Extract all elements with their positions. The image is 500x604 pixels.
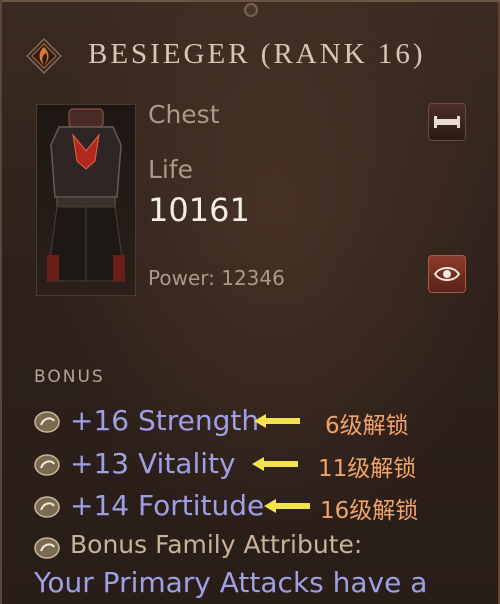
bonus-row: +16 Strength 6级解锁 — [34, 404, 494, 439]
faded-separator — [34, 322, 244, 332]
bonus-heading: BONUS — [34, 367, 105, 387]
arrow-left-icon — [264, 499, 310, 513]
bonus-bullet-icon — [34, 537, 60, 559]
bonus-bullet-icon — [34, 411, 60, 433]
inspect-button[interactable] — [428, 255, 466, 293]
compare-button[interactable] — [428, 103, 466, 141]
bonus-bullet-icon — [34, 454, 60, 476]
bonus-row: +13 Vitality 11级解锁 — [34, 447, 494, 482]
item-slot-label: Chest — [148, 100, 220, 129]
family-attribute-row: Bonus Family Attribute: — [34, 530, 494, 564]
arrow-left-icon — [254, 414, 300, 428]
top-ornament-icon — [244, 3, 258, 17]
family-attribute-description: Your Primary Attacks have a — [34, 566, 428, 599]
primary-stat-value: 10161 — [148, 191, 250, 229]
unlock-level-note: 16级解锁 — [320, 498, 419, 524]
bonus-row: +14 Fortitude 16级解锁 — [34, 489, 494, 524]
bonus-bullet-icon — [34, 496, 60, 518]
item-power: Power: 12346 — [148, 266, 285, 290]
rank-emblem-icon — [26, 38, 62, 74]
unlock-level-note: 6级解锁 — [325, 413, 409, 439]
compare-icon — [434, 116, 460, 128]
item-title: BESIEGER (RANK 16) — [88, 38, 426, 70]
item-portrait — [36, 104, 136, 296]
bonus-stat-text: +14 Fortitude — [70, 489, 265, 522]
chest-armor-icon — [46, 108, 126, 282]
family-attribute-label: Bonus Family Attribute: — [70, 530, 363, 559]
bonus-stat-text: +13 Vitality — [70, 447, 236, 480]
item-tooltip-panel: BESIEGER (RANK 16) Chest Life 10161 Powe… — [0, 0, 500, 604]
arrow-left-icon — [252, 457, 298, 471]
eye-icon — [433, 267, 461, 281]
unlock-level-note: 11级解锁 — [318, 456, 417, 482]
bonus-stat-text: +16 Strength — [70, 404, 260, 437]
primary-stat-name: Life — [148, 155, 194, 184]
